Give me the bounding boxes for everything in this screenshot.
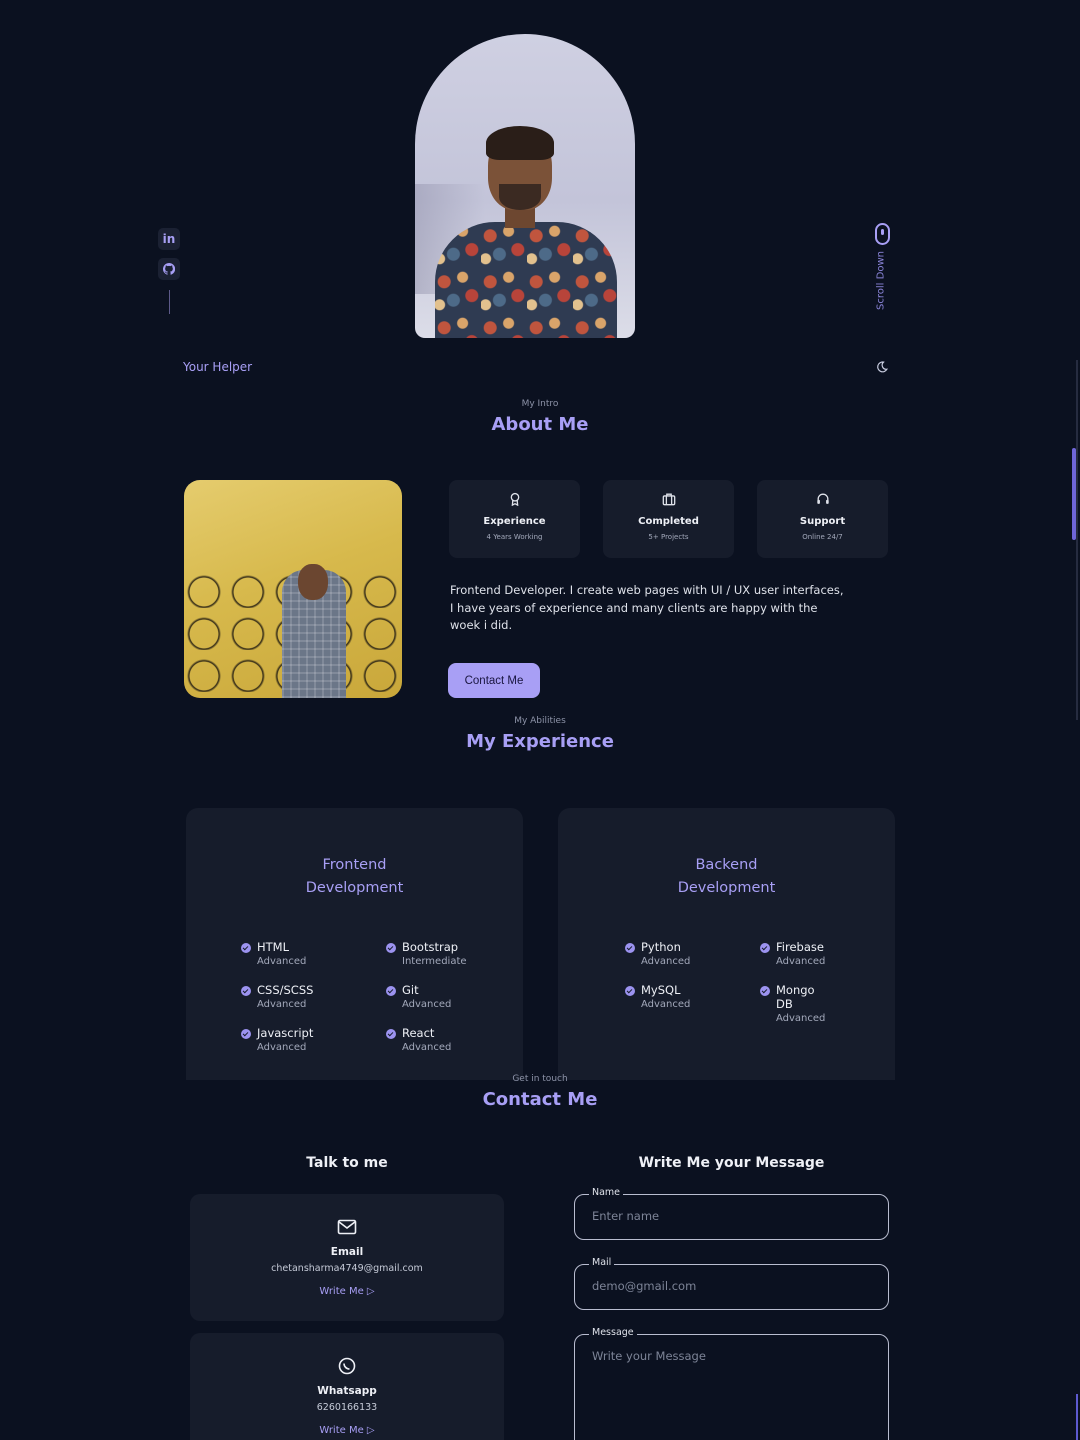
about-description: Frontend Developer. I create web pages w… — [450, 583, 844, 632]
experience-title: My Experience — [466, 731, 614, 752]
check-badge-icon — [386, 943, 396, 953]
contact-card-value: chetansharma4749@gmail.com — [271, 1263, 423, 1274]
skill-item: Python Advanced — [625, 940, 755, 967]
scroll-down-link[interactable]: Scroll Down — [876, 226, 887, 336]
stat-sub: 4 Years Working — [486, 533, 543, 541]
stat-sub: 5+ Projects — [648, 533, 689, 541]
contact-card-title: Email — [330, 1246, 364, 1258]
check-badge-icon — [625, 943, 635, 953]
headset-icon — [816, 493, 829, 504]
about-title: About Me — [491, 414, 589, 435]
profile-photo — [415, 34, 635, 338]
social-divider — [169, 290, 170, 314]
message-field[interactable]: Message — [574, 1327, 889, 1440]
backend-card: Backend Development Python Advanced Fireb… — [558, 808, 895, 1080]
name-field[interactable]: Name — [574, 1187, 889, 1240]
write-me-link[interactable]: Write Me ▷ — [190, 1425, 504, 1436]
card-title: Frontend Development — [305, 857, 404, 896]
write-me-link[interactable]: Write Me ▷ — [190, 1286, 504, 1297]
mail-icon — [337, 1219, 357, 1235]
contact-card-email: Email chetansharma4749@gmail.com Write M… — [190, 1194, 504, 1321]
stat-title: Experience — [483, 516, 546, 527]
skill-item: React Advanced — [386, 1026, 516, 1053]
stat-card-experience: Experience 4 Years Working — [449, 480, 580, 558]
contact-me-button[interactable]: Contact Me — [448, 663, 540, 698]
linkedin-icon[interactable]: in — [158, 228, 180, 250]
message-label: Message — [589, 1327, 637, 1338]
skill-item: Bootstrap Intermediate — [386, 940, 516, 967]
moon-icon[interactable] — [876, 361, 888, 373]
whatsapp-icon — [338, 1357, 356, 1375]
scrollbar-thumb[interactable] — [1072, 448, 1076, 540]
about-subtitle: My Intro — [521, 399, 559, 409]
contact-card-title: Whatsapp — [317, 1385, 377, 1397]
check-badge-icon — [625, 986, 635, 996]
mail-input[interactable] — [592, 1279, 872, 1293]
check-badge-icon — [386, 986, 396, 996]
stat-card-completed: Completed 5+ Projects — [603, 480, 734, 558]
skill-item: CSS/SCSS Advanced — [241, 983, 371, 1010]
stat-title: Support — [799, 516, 846, 527]
skill-item: Javascript Advanced — [241, 1026, 371, 1053]
scrollbar-thumb-secondary — [1076, 1394, 1078, 1440]
skill-item: MySQL Advanced — [625, 983, 755, 1010]
stat-card-support: Support Online 24/7 — [757, 480, 888, 558]
about-photo — [184, 480, 402, 698]
skill-item: Firebase Advanced — [760, 940, 890, 967]
skill-item: HTML Advanced — [241, 940, 371, 967]
card-title: Backend Development — [677, 857, 776, 896]
form-title: Write Me your Message — [638, 1155, 825, 1171]
experience-subtitle: My Abilities — [514, 716, 566, 726]
skill-item: Git Advanced — [386, 983, 516, 1010]
contact-subtitle: Get in touch — [512, 1074, 568, 1084]
frontend-card: Frontend Development HTML Advanced Bootst… — [186, 808, 523, 1080]
check-badge-icon — [241, 943, 251, 953]
stat-sub: Online 24/7 — [802, 533, 843, 541]
stat-title: Completed — [638, 516, 699, 527]
contact-title: Contact Me — [482, 1089, 598, 1110]
check-badge-icon — [241, 986, 251, 996]
check-badge-icon — [386, 1029, 396, 1039]
message-input[interactable] — [592, 1349, 872, 1429]
briefcase-icon — [662, 493, 675, 506]
mail-label: Mail — [589, 1257, 615, 1268]
contact-card-value: 6260166133 — [316, 1402, 378, 1413]
mail-field[interactable]: Mail — [574, 1257, 889, 1310]
name-label: Name — [589, 1187, 624, 1198]
contact-card-whatsapp: Whatsapp 6260166133 Write Me ▷ — [190, 1333, 504, 1440]
logo[interactable]: Your Helper — [183, 360, 252, 374]
talk-title: Talk to me — [306, 1155, 388, 1171]
check-badge-icon — [760, 986, 770, 996]
name-input[interactable] — [592, 1209, 872, 1223]
check-badge-icon — [760, 943, 770, 953]
check-badge-icon — [241, 1029, 251, 1039]
award-icon — [510, 492, 519, 507]
github-icon[interactable] — [158, 258, 180, 280]
skill-item: Mongo DB Advanced — [760, 983, 825, 1024]
